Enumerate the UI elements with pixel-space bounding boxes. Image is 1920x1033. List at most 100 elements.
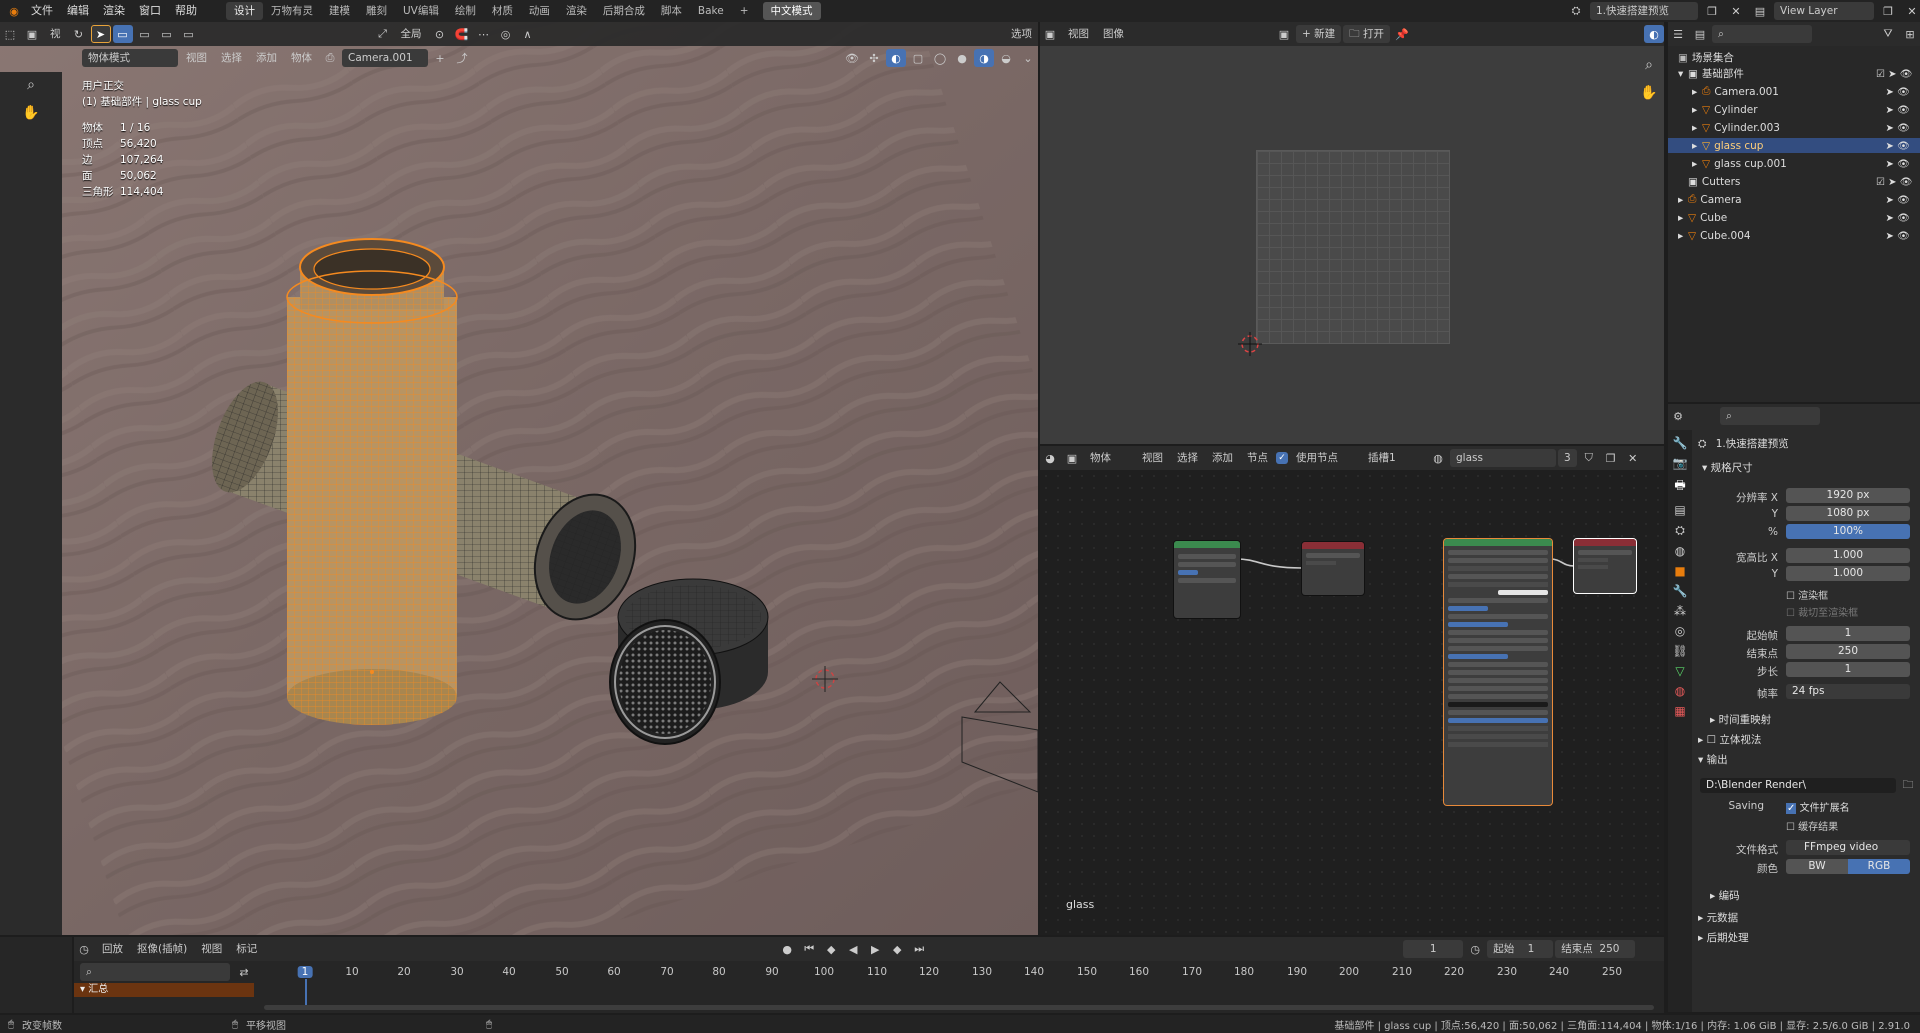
zoom-icon[interactable]: ⌕	[1639, 56, 1659, 74]
metadata-section[interactable]: ▸ 元数据	[1698, 910, 1738, 925]
display-mode-icon[interactable]: ▤	[1690, 25, 1710, 43]
chinese-mode-button[interactable]: 中文模式	[762, 2, 821, 20]
editor-type-icon[interactable]: ⚙	[1668, 407, 1688, 425]
camera-link-icon[interactable]: ⤴	[452, 49, 472, 67]
jump-end-icon[interactable]: ⏭	[909, 940, 929, 958]
scene-selector[interactable]: 1.快速搭建预览	[1590, 2, 1698, 20]
image-icon[interactable]: ▣	[22, 25, 42, 43]
workspace-tab[interactable]: 后期合成	[595, 2, 653, 20]
browse-image-icon[interactable]: ▣	[1274, 25, 1294, 43]
time-remap-section[interactable]: ▸ 时间重映射	[1710, 712, 1771, 727]
select-mode-subtract-icon[interactable]: ▭	[157, 25, 177, 43]
resolution-x-field[interactable]: 1920 px	[1786, 488, 1910, 503]
crop-checkbox[interactable]: ☐ 裁切至渲染框	[1786, 604, 1858, 619]
particles-tab-icon[interactable]: ⁂	[1674, 604, 1686, 618]
editor-type-icon[interactable]: ☰	[1668, 25, 1688, 43]
expand-arrow-icon[interactable]: ▸	[1678, 194, 1688, 206]
outliner-item-camera[interactable]: ▸ ⎙ Camera	[1678, 192, 1876, 207]
output-tab-icon[interactable]: 🖶	[1674, 476, 1685, 497]
next-keyframe-icon[interactable]: ◆	[887, 940, 907, 958]
view-menu-short[interactable]: 视	[44, 25, 67, 43]
fps-dropdown[interactable]: 24 fps	[1786, 684, 1910, 699]
outliner-item-mesh[interactable]: ▸ ▽ Cube	[1678, 210, 1876, 225]
stereo-section[interactable]: ▸ ☐ 立体视法	[1698, 732, 1761, 747]
shading-options-icon[interactable]: ⌄	[1018, 49, 1038, 67]
timeline-view-menu[interactable]: 视图	[195, 940, 228, 958]
principled-bsdf-node-small[interactable]	[1174, 541, 1240, 618]
outliner-item-collection[interactable]: ▾ ▣ 基础部件	[1678, 66, 1876, 81]
selectable-eye-toggle[interactable]: ➤ 👁	[1876, 210, 1916, 228]
shader-node-editor[interactable]: ◕ ▣ 物体 视图 选择 添加 节点 ✓ 使用节点 插槽1 ◍ glass 3 …	[1040, 446, 1664, 935]
viewport-menu-object[interactable]: 物体	[285, 49, 318, 67]
material-output-node[interactable]	[1574, 539, 1636, 593]
workspace-tab[interactable]: UV编辑	[395, 2, 447, 20]
add-camera-icon[interactable]: +	[430, 49, 450, 67]
viewport-menu-add[interactable]: 添加	[250, 49, 283, 67]
falloff-icon[interactable]: ∧	[518, 25, 538, 43]
end-frame-field[interactable]: 结束点 250	[1555, 940, 1636, 958]
gizmo-toggle-icon[interactable]: ◐	[1644, 25, 1664, 43]
timeline-search-input[interactable]: ⌕	[80, 963, 230, 981]
menu-render[interactable]: 渲染	[96, 0, 132, 22]
view-layer-tab-icon[interactable]: ▤	[1674, 503, 1685, 517]
playback-menu[interactable]: 回放	[96, 940, 129, 958]
principled-bsdf-node[interactable]	[1444, 539, 1552, 805]
texture-tab-icon[interactable]: ▦	[1674, 704, 1685, 718]
marker-menu[interactable]: 标记	[230, 940, 263, 958]
select-tool-icon[interactable]: ➤	[90, 25, 111, 43]
output-path-input[interactable]: D:\Blender Render\	[1700, 778, 1896, 793]
output-section-header[interactable]: ▾ 输出	[1698, 752, 1728, 767]
filter-icon[interactable]: ⛛	[1878, 25, 1898, 43]
selectable-eye-toggle[interactable]: ➤ 👁	[1876, 84, 1916, 102]
prev-keyframe-icon[interactable]: ◆	[821, 940, 841, 958]
current-frame-field[interactable]: 1	[1403, 940, 1464, 958]
selectable-eye-toggle[interactable]: ➤ 👁	[1876, 138, 1916, 156]
viewport-3d[interactable]: ⬚ ▣ 视 ↻ ➤ ▭ ▭ ▭ ▭ ⤢ 全局 ⊙ 🧲 ⋯ ◎ ∧ 选项 物体模式…	[0, 22, 1038, 935]
encoding-section[interactable]: ▸ 编码	[1710, 888, 1740, 903]
material-tab-icon[interactable]: ◍	[1675, 684, 1685, 698]
workspace-tab[interactable]: 绘制	[447, 2, 484, 20]
expand-arrow-icon[interactable]: ▾	[1678, 68, 1688, 80]
open-image-button[interactable]: 🗀 打开	[1343, 25, 1390, 43]
aspect-y-field[interactable]: 1.000	[1786, 566, 1910, 581]
solid-shading-icon[interactable]: ●	[952, 49, 972, 67]
frame-ruler[interactable]: 1 10 20 30 40 50 60 70 80 90 100 110 120…	[254, 966, 1664, 980]
selectable-eye-toggle[interactable]: ☑ ➤ 👁	[1876, 66, 1916, 84]
rendered-shading-icon[interactable]: ◒	[996, 49, 1016, 67]
selectable-eye-toggle[interactable]: ➤ 👁	[1876, 156, 1916, 174]
workspace-tab[interactable]: 材质	[484, 2, 521, 20]
close-scene-icon[interactable]: ✕	[1726, 2, 1746, 20]
mode-dropdown[interactable]: 物体模式	[82, 49, 178, 67]
post-processing-section[interactable]: ▸ 后期处理	[1698, 930, 1749, 945]
workspace-tab[interactable]: 脚本	[653, 2, 690, 20]
pivot-icon[interactable]: ⊙	[430, 25, 450, 43]
camera-selector[interactable]: Camera.001	[342, 49, 428, 67]
select-mode-new-icon[interactable]: ▭	[112, 25, 133, 43]
keying-menu[interactable]: 抠像(插帧)	[131, 940, 193, 958]
selectable-eye-toggle[interactable]: ☑ ➤ 👁	[1876, 174, 1916, 192]
workspace-tab[interactable]: 万物有灵	[263, 2, 321, 20]
menu-edit[interactable]: 编辑	[60, 0, 96, 22]
data-tab-icon[interactable]: ▽	[1675, 664, 1684, 678]
workspace-tab[interactable]: 动画	[521, 2, 558, 20]
menu-help[interactable]: 帮助	[168, 0, 204, 22]
swap-icon[interactable]: ⇄	[234, 963, 254, 981]
camera-icon[interactable]: ⎙	[320, 49, 340, 67]
start-frame-field[interactable]: 起始 1	[1487, 940, 1554, 958]
expand-arrow-icon[interactable]: ▸	[1678, 212, 1688, 224]
select-mode-intersect-icon[interactable]: ▭	[179, 25, 199, 43]
expand-arrow-icon[interactable]: ▸	[1692, 104, 1702, 116]
viewport-menu-view[interactable]: 视图	[180, 49, 213, 67]
outliner-item-mesh[interactable]: ▸ ▽ Cylinder.003	[1692, 120, 1890, 135]
wireframe-shading-icon[interactable]: ◯	[930, 49, 950, 67]
expand-arrow-icon[interactable]: ▸	[1692, 158, 1702, 170]
menu-window[interactable]: 窗口	[132, 0, 168, 22]
render-tab-icon[interactable]: 📷	[1673, 456, 1688, 470]
constraints-tab-icon[interactable]: ⛓	[1672, 644, 1687, 658]
record-icon[interactable]: ●	[777, 940, 797, 958]
zoom-icon[interactable]: ⌕	[21, 76, 41, 94]
world-tab-icon[interactable]: ◍	[1675, 544, 1685, 558]
close-layer-icon[interactable]: ✕	[1902, 2, 1920, 20]
workspace-tab-design[interactable]: 设计	[226, 2, 263, 20]
selectable-eye-toggle[interactable]: ➤ 👁	[1876, 120, 1916, 138]
